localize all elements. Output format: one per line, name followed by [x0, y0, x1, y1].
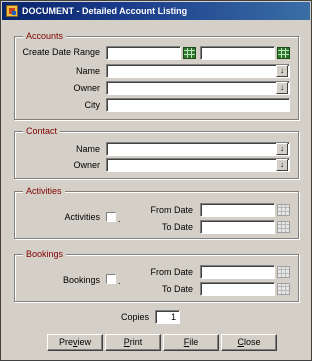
- close-button[interactable]: Close: [221, 334, 277, 351]
- account-owner-label: Owner: [73, 83, 100, 93]
- create-date-from-field[interactable]: [106, 46, 181, 60]
- print-button[interactable]: Print: [105, 334, 161, 351]
- bookings-from-date-field[interactable]: [200, 265, 275, 279]
- contact-owner-label: Owner: [73, 160, 100, 170]
- calendar-icon[interactable]: [183, 47, 196, 59]
- bookings-checkbox-marker: .: [118, 276, 121, 286]
- activities-from-date-field[interactable]: [200, 203, 275, 217]
- contact-group-title: Contact: [23, 125, 61, 137]
- preview-button-label-prefix: Pre: [58, 337, 73, 347]
- file-button[interactable]: File: [163, 334, 219, 351]
- create-date-range-label: Create Date Range: [22, 47, 100, 57]
- account-name-label: Name: [75, 66, 100, 76]
- dropdown-arrow-icon[interactable]: ↓: [276, 159, 288, 171]
- calendar-icon: [277, 204, 290, 216]
- calendar-icon: [277, 221, 290, 233]
- bookings-checkbox-label: Bookings: [62, 275, 100, 285]
- calendar-icon: [277, 266, 290, 278]
- account-city-label: City: [84, 100, 101, 110]
- activities-from-date-label: From Date: [150, 205, 193, 215]
- create-date-to-field[interactable]: [200, 46, 275, 60]
- close-button-label-suffix: lose: [243, 337, 261, 347]
- dialog-window: DOCUMENT - Detailed Account Listing Acco…: [0, 0, 312, 361]
- bookings-group-title: Bookings: [23, 248, 67, 260]
- title-bar[interactable]: DOCUMENT - Detailed Account Listing: [2, 2, 310, 20]
- contact-name-label: Name: [75, 144, 100, 154]
- account-city-field[interactable]: [106, 98, 290, 112]
- dropdown-arrow-icon[interactable]: ↓: [276, 143, 288, 155]
- account-name-field[interactable]: [106, 64, 290, 78]
- activities-to-date-field[interactable]: [200, 220, 275, 234]
- contact-owner-field[interactable]: [106, 158, 290, 172]
- bookings-to-date-label: To Date: [161, 284, 193, 294]
- file-button-label-suffix: ile: [189, 337, 199, 347]
- dropdown-arrow-icon[interactable]: ↓: [276, 82, 288, 94]
- bookings-checkbox[interactable]: [106, 274, 116, 284]
- activities-to-date-label: To Date: [161, 222, 193, 232]
- contact-name-field[interactable]: [106, 142, 290, 156]
- accounts-group-title: Accounts: [23, 30, 67, 42]
- bookings-from-date-label: From Date: [150, 267, 193, 277]
- activities-group-title: Activities: [23, 185, 65, 197]
- copies-label: Copies: [120, 312, 149, 322]
- window-title: DOCUMENT - Detailed Account Listing: [22, 6, 188, 16]
- calendar-icon[interactable]: [277, 47, 290, 59]
- calendar-icon: [277, 283, 290, 295]
- app-icon: [6, 5, 18, 17]
- preview-button[interactable]: Preview: [47, 334, 103, 351]
- activities-checkbox[interactable]: [106, 212, 116, 222]
- preview-button-label-suffix: iew: [77, 337, 92, 347]
- activities-checkbox-marker: .: [118, 214, 121, 224]
- bookings-to-date-field[interactable]: [200, 282, 275, 296]
- account-owner-field[interactable]: [106, 81, 290, 95]
- dropdown-arrow-icon[interactable]: ↓: [276, 65, 288, 77]
- print-button-label-suffix: rint: [129, 337, 143, 347]
- activities-checkbox-label: Activities: [64, 212, 100, 222]
- copies-field[interactable]: 1: [155, 310, 180, 324]
